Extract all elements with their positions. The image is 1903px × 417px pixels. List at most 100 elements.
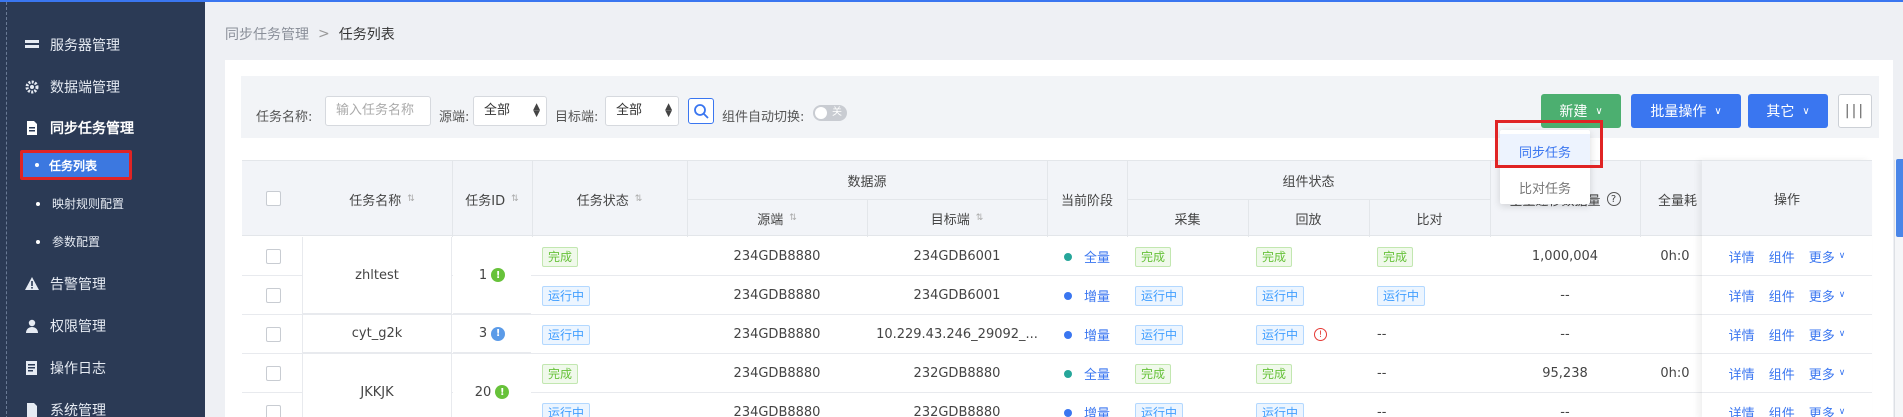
row-checkbox[interactable] xyxy=(266,405,281,417)
row-checkbox[interactable] xyxy=(266,366,281,381)
component-link[interactable]: 组件 xyxy=(1769,325,1795,344)
table-header: 任务名称 ⇅ 任务ID ⇅ 任务状态 ⇅ 数据源 源端 ⇅ 目标端 ⇅ 当前阶段 组件状态… xyxy=(242,160,1872,237)
sidebar-subitem-mapping[interactable]: 映射规则配置 xyxy=(36,195,124,212)
sidebar-subitem-task-list[interactable]: 任务列表 xyxy=(20,150,132,180)
cell-target: 232GDB8880 xyxy=(867,354,1047,393)
header-source[interactable]: 源端 ⇅ xyxy=(687,199,867,237)
cell-status: 运行中 xyxy=(532,393,687,417)
sidebar-item-log[interactable]: 操作日志 xyxy=(24,358,106,378)
status-tag-done: 完成 xyxy=(542,363,579,384)
search-button[interactable] xyxy=(688,98,714,124)
cell-time xyxy=(1640,276,1710,315)
sort-icon: ⇅ xyxy=(511,194,519,204)
sidebar-item-datasource[interactable]: 数据端管理 xyxy=(24,77,120,97)
header-target[interactable]: 目标端 ⇅ xyxy=(867,199,1047,237)
task-name-text[interactable]: zhltest xyxy=(355,268,399,283)
row-checkbox[interactable] xyxy=(266,249,281,264)
info-icon[interactable]: ! xyxy=(491,326,506,341)
cell-collect: 完成 xyxy=(1127,354,1248,393)
gear-icon xyxy=(24,79,40,95)
target-select-value: 全部 xyxy=(616,103,643,118)
sidebar-subitem-label: 映射规则配置 xyxy=(52,197,125,211)
auto-switch-toggle[interactable]: 关 xyxy=(813,105,847,121)
cell-text: -- xyxy=(1560,405,1570,417)
other-button[interactable]: 其它 ∨ xyxy=(1748,94,1828,128)
sort-icon: ⇅ xyxy=(407,194,415,204)
task-name-input[interactable]: 输入任务名称 xyxy=(325,96,431,126)
error-icon[interactable]: ! xyxy=(1314,328,1328,341)
cell-target: 10.229.43.246_29092_... xyxy=(867,315,1047,354)
cell-text: 234GDB8880 xyxy=(733,405,821,417)
more-link[interactable]: 更多 xyxy=(1809,403,1835,417)
cell-source: 234GDB8880 xyxy=(687,354,867,393)
highlight-box xyxy=(1495,120,1603,168)
stage-incremental-dot xyxy=(1063,330,1072,339)
target-select[interactable]: 全部 ▲ ▼ xyxy=(605,96,679,126)
cell-stage: 增量 xyxy=(1047,315,1127,354)
vertical-scrollbar[interactable] xyxy=(1896,159,1903,237)
sidebar-item-alert[interactable]: 告警管理 xyxy=(24,274,106,294)
detail-link[interactable]: 详情 xyxy=(1729,247,1755,266)
operations-cell: 详情 组件 更多 ∨ xyxy=(1702,354,1872,393)
stage-full-dot xyxy=(1063,252,1072,261)
cell-text: 95,238 xyxy=(1542,366,1588,381)
log-icon xyxy=(24,360,40,376)
more-link[interactable]: 更多 xyxy=(1809,247,1835,266)
component-link[interactable]: 组件 xyxy=(1769,364,1795,383)
status-tag-running: 运行中 xyxy=(1377,285,1426,306)
detail-link[interactable]: 详情 xyxy=(1729,286,1755,305)
help-icon[interactable]: ? xyxy=(1606,192,1621,206)
more-link[interactable]: 更多 xyxy=(1809,286,1835,305)
header-task-id[interactable]: 任务ID ⇅ xyxy=(452,161,532,237)
cell-full: 95,238 xyxy=(1490,354,1640,393)
row-checkbox[interactable] xyxy=(266,288,281,303)
component-link[interactable]: 组件 xyxy=(1769,286,1795,305)
operations-cell: 详情 组件 更多 ∨ xyxy=(1702,393,1872,417)
warning-badge-icon[interactable]: ! xyxy=(495,385,510,399)
stage-text: 增量 xyxy=(1083,329,1110,344)
cell-stage: 全量 xyxy=(1047,237,1127,276)
breadcrumb: 同步任务管理 > 任务列表 xyxy=(225,24,395,44)
cell-text: 232GDB8880 xyxy=(913,405,1001,417)
cell-full: -- xyxy=(1490,393,1640,417)
sidebar-item-permission[interactable]: 权限管理 xyxy=(24,316,106,336)
cell-full: -- xyxy=(1490,315,1640,354)
warning-icon xyxy=(24,276,40,292)
batch-operation-button[interactable]: 批量操作 ∨ xyxy=(1631,94,1741,128)
row-checkbox[interactable] xyxy=(266,327,281,342)
toggle-text: 关 xyxy=(832,107,842,118)
sidebar-item-label: 数据端管理 xyxy=(50,80,120,96)
cell-collect: 运行中 xyxy=(1127,276,1248,315)
more-link[interactable]: 更多 xyxy=(1809,325,1835,344)
detail-link[interactable]: 详情 xyxy=(1729,325,1755,344)
cell-time: 0h:0 xyxy=(1640,354,1710,393)
task-name-text[interactable]: cyt_g2k xyxy=(352,326,403,341)
system-icon xyxy=(24,402,40,417)
component-link[interactable]: 组件 xyxy=(1769,403,1795,417)
more-link[interactable]: 更多 xyxy=(1809,364,1835,383)
header-task-status[interactable]: 任务状态 ⇅ xyxy=(532,161,687,237)
cell-text: 234GDB8880 xyxy=(733,366,821,381)
status-tag-done: 完成 xyxy=(1377,246,1414,267)
source-select[interactable]: 全部 ▲ ▼ xyxy=(473,96,547,126)
sidebar-item-label: 同步任务管理 xyxy=(50,121,134,137)
breadcrumb-parent[interactable]: 同步任务管理 xyxy=(225,24,309,44)
sidebar-subitem-params[interactable]: 参数配置 xyxy=(36,233,100,250)
sidebar-item-server[interactable]: 服务器管理 xyxy=(24,35,120,55)
component-link[interactable]: 组件 xyxy=(1769,247,1795,266)
menu-item-compare-task[interactable]: 比对任务 xyxy=(1500,170,1590,204)
column-settings-button[interactable]: ||| xyxy=(1838,94,1872,128)
header-datasource: 数据源 xyxy=(847,174,887,190)
detail-link[interactable]: 详情 xyxy=(1729,403,1755,417)
sidebar-item-system[interactable]: 系统管理 xyxy=(24,400,106,417)
breadcrumb-current: 任务列表 xyxy=(338,27,395,43)
user-icon xyxy=(24,318,40,334)
select-all-checkbox[interactable] xyxy=(266,191,281,206)
detail-link[interactable]: 详情 xyxy=(1729,364,1755,383)
task-name-text[interactable]: JKKJK xyxy=(360,385,393,400)
sidebar-item-sync-task[interactable]: 同步任务管理 xyxy=(24,118,134,138)
header-replay: 回放 xyxy=(1295,212,1322,228)
status-tag-running: 运行中 xyxy=(1135,285,1184,306)
header-task-name[interactable]: 任务名称 ⇅ xyxy=(302,161,462,237)
warning-badge-icon[interactable]: ! xyxy=(491,268,506,282)
